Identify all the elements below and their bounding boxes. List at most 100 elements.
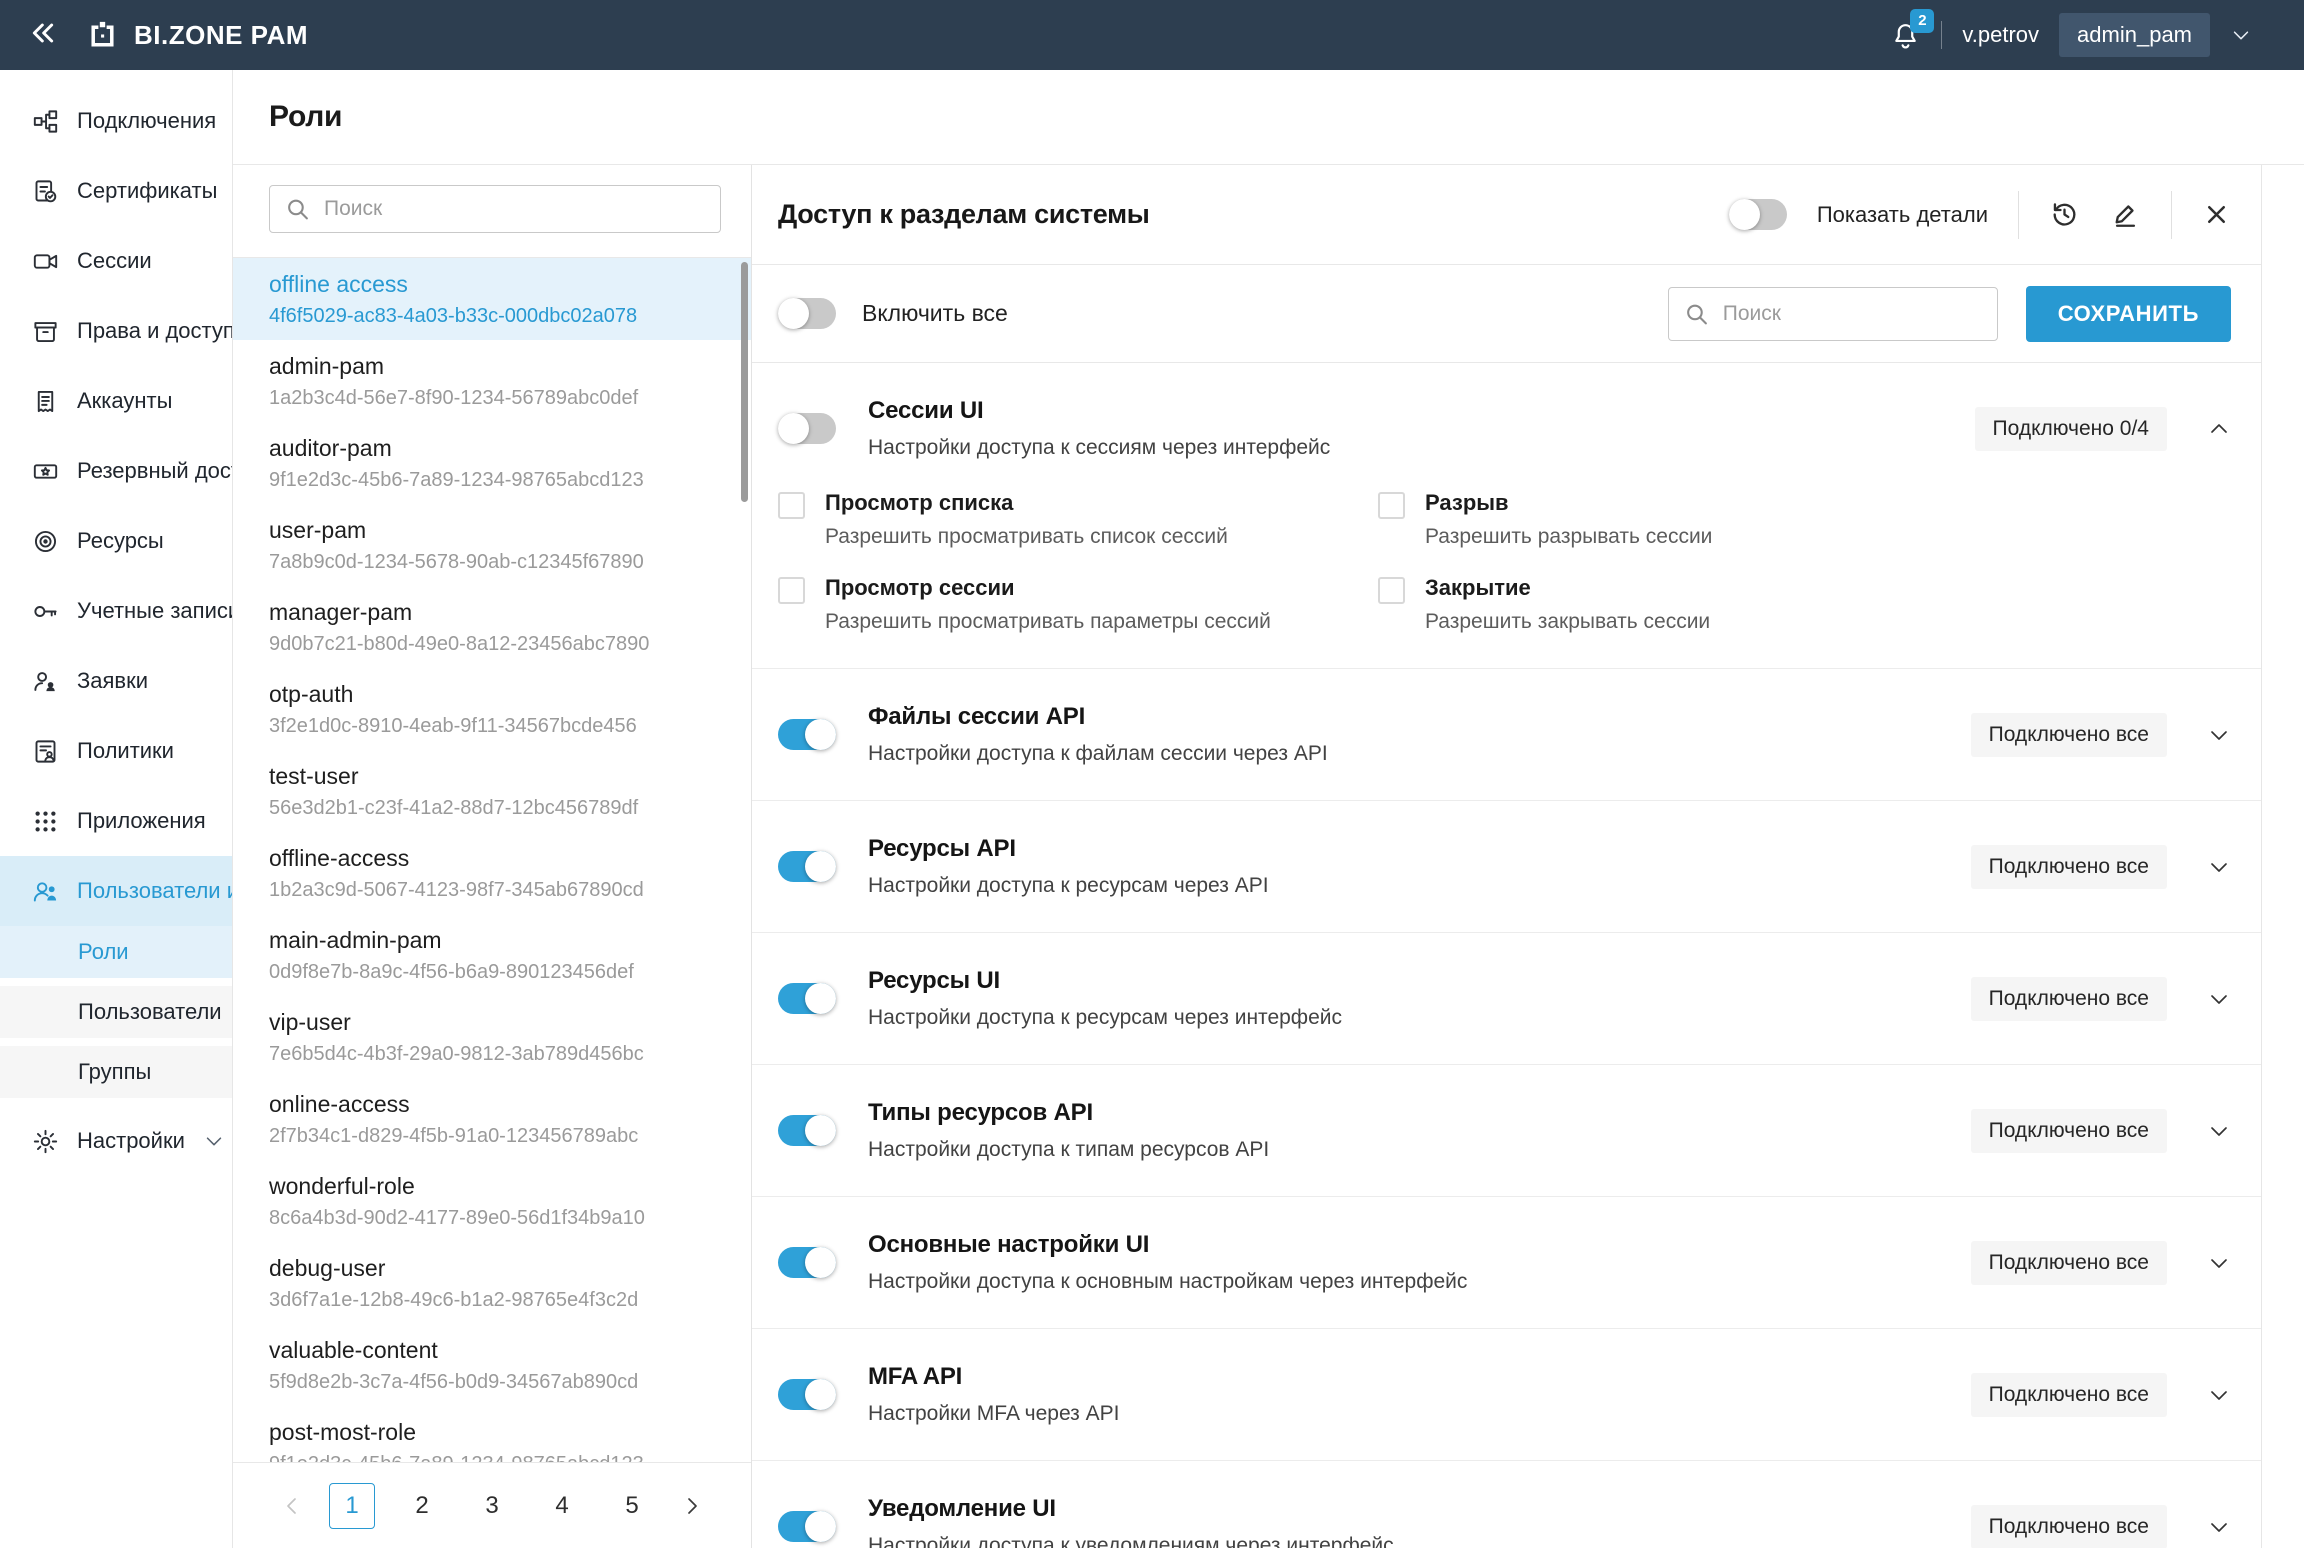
role-list-item[interactable]: user-pam 7a8b9c0d-1234-5678-90ab-c12345f… xyxy=(233,504,751,586)
sidebar-item[interactable]: Политики xyxy=(0,716,232,786)
roles-search-input[interactable] xyxy=(269,185,721,233)
sidebar-item[interactable]: Сертификаты xyxy=(0,156,232,226)
permission-checkbox[interactable] xyxy=(1378,492,1405,519)
permission-checkbox[interactable] xyxy=(778,492,805,519)
section-chevron-icon[interactable] xyxy=(2207,723,2231,747)
section-toggle[interactable] xyxy=(778,413,836,444)
sections-search-input[interactable] xyxy=(1668,287,1998,341)
role-name: admin-pam xyxy=(269,353,721,380)
roles-list: offline access 4f6f5029-ac83-4a03-b33c-0… xyxy=(233,257,751,1462)
notification-count-badge: 2 xyxy=(1910,9,1934,33)
role-uuid: 1b2a3c9d-5067-4123-98f7-345ab67890cd xyxy=(269,879,721,902)
role-list-item[interactable]: admin-pam 1a2b3c4d-56e7-8f90-1234-56789a… xyxy=(233,340,751,422)
sidebar-subitem[interactable]: Роли xyxy=(0,926,232,978)
role-list-item[interactable]: manager-pam 9d0b7c21-b80d-49e0-8a12-2345… xyxy=(233,586,751,668)
section-toggle[interactable] xyxy=(778,1115,836,1146)
credentials-icon xyxy=(32,598,59,625)
connected-badge: Подключено все xyxy=(1971,1241,2167,1285)
section-toggle[interactable] xyxy=(778,983,836,1014)
role-list-item[interactable]: otp-auth 3f2e1d0c-8910-4eab-9f11-34567bc… xyxy=(233,668,751,750)
sidebar-item[interactable]: Пользователи и гр... xyxy=(0,856,232,926)
role-name: otp-auth xyxy=(269,681,721,708)
sidebar-item-label: Ресурсы xyxy=(77,528,164,554)
role-list-item[interactable]: vip-user 7e6b5d4c-4b3f-29a0-9812-3ab789d… xyxy=(233,996,751,1078)
section-chevron-icon[interactable] xyxy=(2207,987,2231,1011)
user-menu-chevron-icon[interactable] xyxy=(2230,24,2252,46)
sidebar-item[interactable]: Сессии xyxy=(0,226,232,296)
topbar: BI.ZONE PAM 2 v.petrov admin_pam xyxy=(0,0,2304,70)
role-list-item[interactable]: test-user 56e3d2b1-c23f-41a2-88d7-12bc45… xyxy=(233,750,751,832)
section-subtitle: Настройки доступа к основным настройкам … xyxy=(868,1270,1467,1294)
section-title: Типы ресурсов API xyxy=(868,1099,1269,1127)
pagination-page[interactable]: 4 xyxy=(539,1483,585,1529)
role-uuid: 56e3d2b1-c23f-41a2-88d7-12bc456789df xyxy=(269,797,721,820)
pagination-page[interactable]: 3 xyxy=(469,1483,515,1529)
section-toggle[interactable] xyxy=(778,851,836,882)
role-uuid: 3d6f7a1e-12b8-49c6-b1a2-98765e4f3c2d xyxy=(269,1289,721,1312)
role-list-item[interactable]: online-access 2f7b34c1-d829-4f5b-91a0-12… xyxy=(233,1078,751,1160)
role-uuid: 7e6b5d4c-4b3f-29a0-9812-3ab789d456bc xyxy=(269,1043,721,1066)
section-toggle[interactable] xyxy=(778,1379,836,1410)
sidebar-item[interactable]: Ресурсы xyxy=(0,506,232,576)
right-gutter xyxy=(2262,165,2304,1548)
connected-badge: Подключено все xyxy=(1971,1109,2167,1153)
section-title: Основные настройки UI xyxy=(868,1231,1467,1259)
enable-all-toggle[interactable] xyxy=(778,298,836,329)
role-list-item[interactable]: valuable-content 5f9d8e2b-3c7a-4f56-b0d9… xyxy=(233,1324,751,1406)
role-list-item[interactable]: wonderful-role 8c6a4b3d-90d2-4177-89e0-5… xyxy=(233,1160,751,1242)
save-button[interactable]: СОХРАНИТЬ xyxy=(2026,286,2231,342)
permission-desc: Разрешить разрывать сессии xyxy=(1425,525,1712,549)
show-details-toggle[interactable] xyxy=(1729,199,1787,230)
role-name: test-user xyxy=(269,763,721,790)
notifications-button[interactable]: 2 xyxy=(1890,20,1921,51)
sidebar-item[interactable]: Аккаунты xyxy=(0,366,232,436)
permission-checkbox[interactable] xyxy=(1378,577,1405,604)
pagination-page[interactable]: 1 xyxy=(329,1483,375,1529)
role-list-item[interactable]: main-admin-pam 0d9f8e7b-8a9c-4f56-b6a9-8… xyxy=(233,914,751,996)
section-chevron-icon[interactable] xyxy=(2207,417,2231,441)
sessions-icon xyxy=(32,248,59,275)
section-toggle[interactable] xyxy=(778,1511,836,1542)
account-badge[interactable]: admin_pam xyxy=(2059,13,2210,57)
connected-badge: Подключено все xyxy=(1971,1505,2167,1548)
scrollbar-thumb[interactable] xyxy=(741,262,748,502)
role-list-item[interactable]: auditor-pam 9f1e2d3c-45b6-7a89-1234-9876… xyxy=(233,422,751,504)
section-toggle[interactable] xyxy=(778,1247,836,1278)
pagination-page[interactable]: 2 xyxy=(399,1483,445,1529)
edit-icon[interactable] xyxy=(2110,199,2141,230)
pagination-next-icon[interactable] xyxy=(679,1494,703,1518)
pagination-page[interactable]: 5 xyxy=(609,1483,655,1529)
role-list-item[interactable]: post-most-role 9f1e2d3c-45b6-7a89-1234-9… xyxy=(233,1406,751,1462)
sidebar-subitem[interactable]: Пользователи xyxy=(0,986,232,1038)
sidebar-item[interactable]: Заявки xyxy=(0,646,232,716)
close-icon[interactable] xyxy=(2202,200,2231,229)
history-icon[interactable] xyxy=(2049,199,2080,230)
section-chevron-icon[interactable] xyxy=(2207,1251,2231,1275)
permission-item: Просмотр сессии Разрешить просматривать … xyxy=(778,575,1378,634)
sidebar-item[interactable]: Приложения xyxy=(0,786,232,856)
role-name: user-pam xyxy=(269,517,721,544)
section-chevron-icon[interactable] xyxy=(2207,1119,2231,1143)
sidebar-item-label: Подключения xyxy=(77,108,216,134)
permission-label: Разрыв xyxy=(1425,490,1712,516)
role-list-item[interactable]: offline access 4f6f5029-ac83-4a03-b33c-0… xyxy=(233,258,751,340)
sidebar-item[interactable]: Резервный доступ xyxy=(0,436,232,506)
applications-icon xyxy=(32,808,59,835)
sidebar-item[interactable]: Учетные записи xyxy=(0,576,232,646)
sidebar-item[interactable]: Настройки xyxy=(0,1106,232,1176)
role-list-item[interactable]: debug-user 3d6f7a1e-12b8-49c6-b1a2-98765… xyxy=(233,1242,751,1324)
role-list-item[interactable]: offline-access 1b2a3c9d-5067-4123-98f7-3… xyxy=(233,832,751,914)
access-section: Ресурсы UI Настройки доступа к ресурсам … xyxy=(752,933,2261,1065)
section-chevron-icon[interactable] xyxy=(2207,1383,2231,1407)
sidebar-item[interactable]: Подключения xyxy=(0,86,232,156)
section-chevron-icon[interactable] xyxy=(2207,1515,2231,1539)
permission-checkbox[interactable] xyxy=(778,577,805,604)
section-toggle[interactable] xyxy=(778,719,836,750)
sidebar-item[interactable]: Права и доступ xyxy=(0,296,232,366)
pagination-prev-icon[interactable] xyxy=(281,1494,305,1518)
section-chevron-icon[interactable] xyxy=(2207,855,2231,879)
sidebar-subitem[interactable]: Группы xyxy=(0,1046,232,1098)
connected-badge: Подключено все xyxy=(1971,845,2167,889)
section-subtitle: Настройки доступа к сессиям через интерф… xyxy=(868,436,1330,460)
sidebar-collapse-button[interactable] xyxy=(0,17,86,54)
